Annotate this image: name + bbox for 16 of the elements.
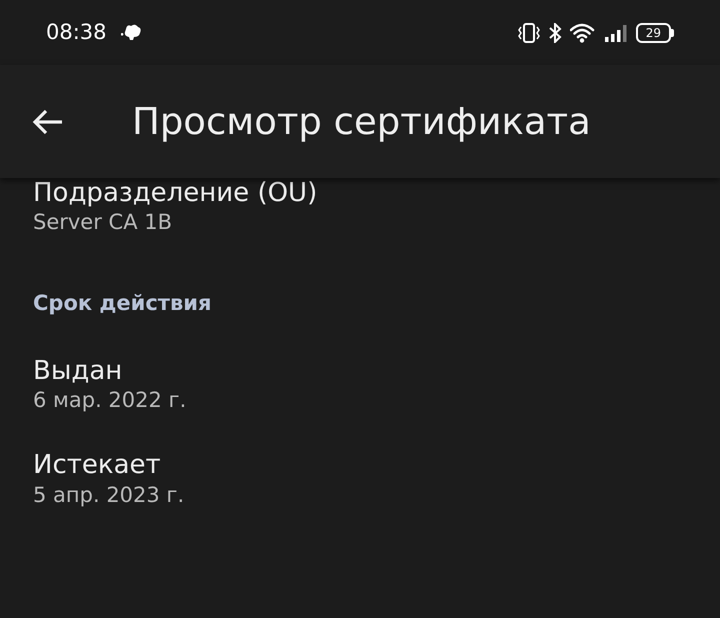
field-value: 6 мар. 2022 г. — [33, 387, 188, 414]
battery-icon: 29 — [636, 22, 674, 42]
bluetooth-icon — [548, 22, 562, 42]
notification-icon — [120, 22, 143, 42]
field-value: 5 апр. 2023 г. — [33, 482, 186, 509]
section-header: Срок действия — [33, 290, 212, 318]
status-time: 08:38 — [46, 18, 107, 46]
back-arrow-icon — [32, 108, 64, 136]
screen-title: Просмотр сертификата — [132, 98, 591, 145]
signal-icon — [604, 22, 628, 42]
wifi-icon — [570, 22, 596, 42]
vibrate-icon — [518, 22, 540, 42]
field-label: Подразделение (OU) — [33, 178, 318, 210]
field-label: Истекает — [33, 450, 162, 482]
field-value: Server CA 1B — [33, 209, 174, 236]
field-label: Выдан — [33, 356, 124, 388]
